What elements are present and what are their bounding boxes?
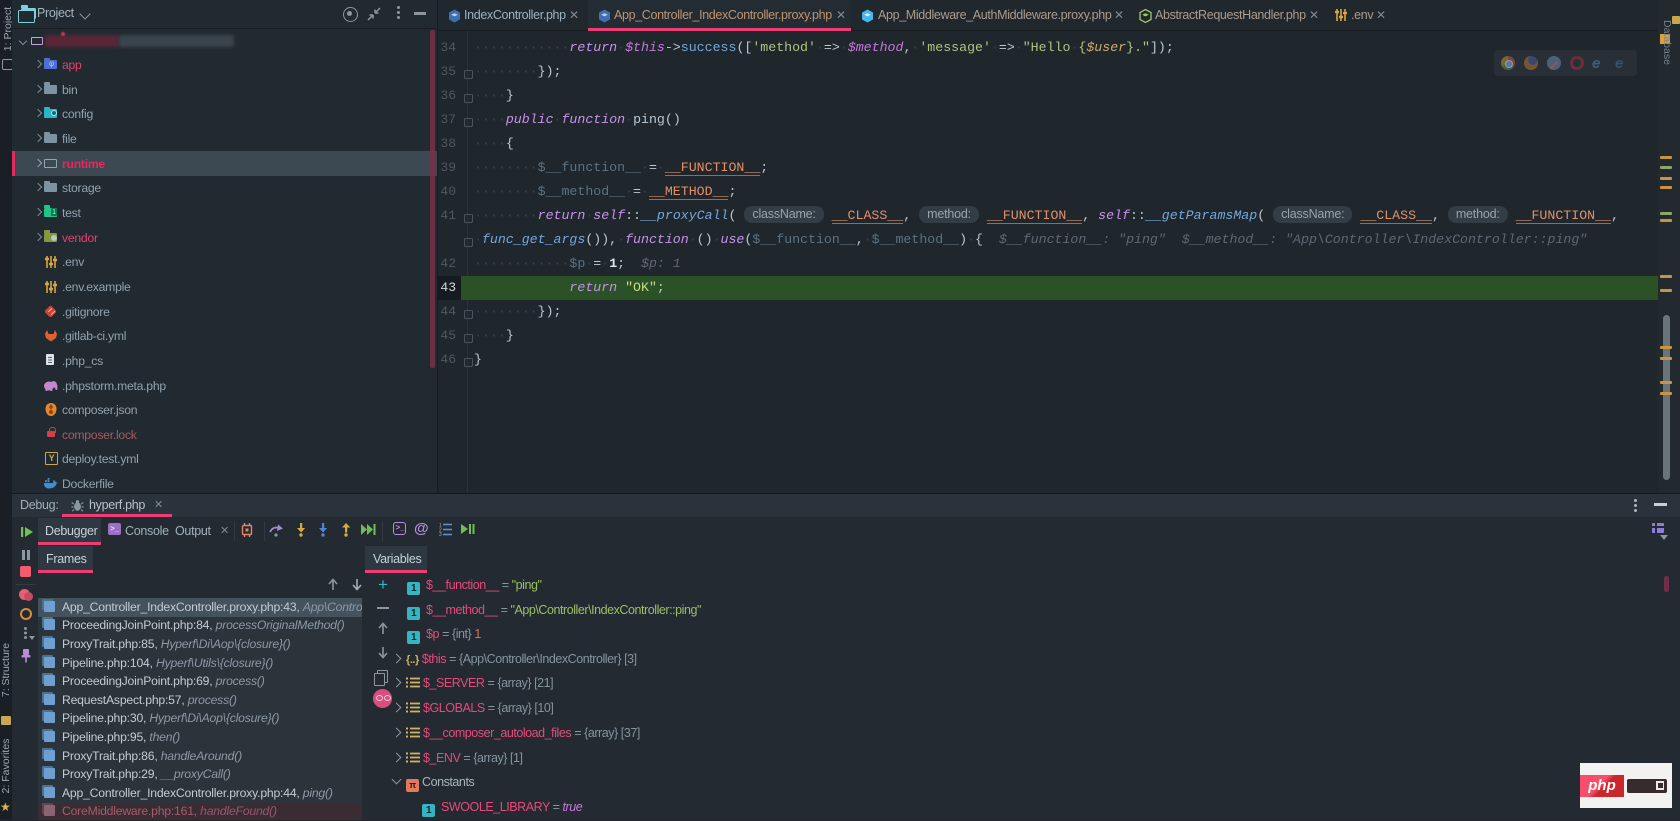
svg-text:3: 3 xyxy=(439,532,442,536)
